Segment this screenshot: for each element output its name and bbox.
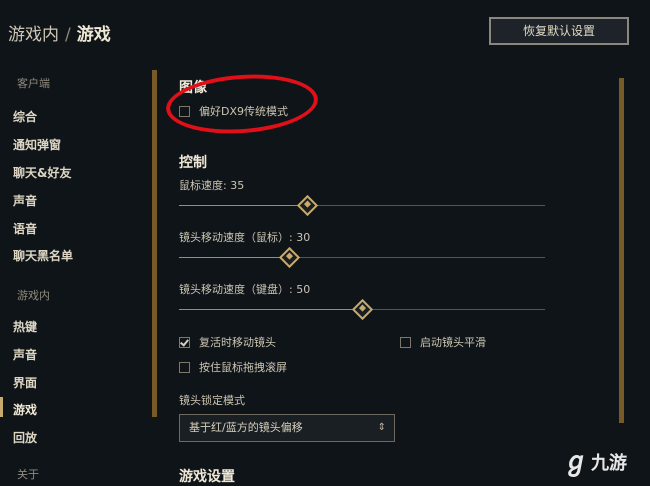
sidebar-item-chat-friends[interactable]: 聊天&好友 [13, 164, 71, 181]
sidebar-item-hotkeys[interactable]: 热键 [13, 318, 37, 335]
cam-lock-label: 镜头锁定模式 [179, 394, 245, 407]
smooth-cam-row[interactable]: 启动镜头平滑 [400, 334, 486, 350]
move-cam-revive-checkbox[interactable] [179, 336, 190, 348]
slider-thumb[interactable] [351, 298, 374, 321]
active-indicator [0, 397, 3, 417]
cam-lock-value: 基于红/蓝方的镜头偏移 [189, 421, 303, 434]
cam-speed-mouse-slider[interactable] [179, 246, 545, 269]
breadcrumb-parent[interactable]: 游戏内 [8, 25, 59, 45]
select-updown-icon: ⇕ [377, 422, 386, 433]
watermark-text: 九游 [591, 453, 627, 474]
smooth-cam-checkbox[interactable] [400, 336, 411, 348]
sidebar-item-chat-blocklist[interactable]: 聊天黑名单 [13, 247, 73, 264]
mouse-speed-label: 鼠标速度: 35 [179, 179, 245, 192]
restore-defaults-button[interactable]: 恢复默认设置 [489, 17, 629, 45]
slider-fill [179, 257, 289, 258]
drag-scroll-label: 按住鼠标拖拽滚屏 [199, 361, 287, 374]
breadcrumb: 游戏内 / 游戏 [8, 20, 111, 45]
drag-scroll-row[interactable]: 按住鼠标拖拽滚屏 [179, 359, 287, 375]
section-title-game-settings: 游戏设置 [179, 469, 235, 485]
sidebar-scrollbar[interactable] [152, 70, 157, 417]
watermark: ℊ 九游 [563, 448, 627, 476]
slider-thumb[interactable] [296, 194, 319, 217]
sidebar-item-general[interactable]: 综合 [13, 108, 37, 125]
page-title: 游戏 [76, 25, 111, 45]
slider-fill [179, 205, 308, 206]
sidebar-item-notifications[interactable]: 通知弹窗 [13, 136, 61, 153]
cam-speed-keyboard-slider[interactable] [179, 298, 545, 321]
move-cam-revive-row[interactable]: 复活时移动镜头 [179, 334, 276, 350]
breadcrumb-separator: / [65, 25, 71, 45]
sidebar-heading-about: 关于 [17, 468, 39, 481]
slider-thumb[interactable] [278, 246, 300, 269]
sidebar-item-ingame-sound[interactable]: 声音 [13, 346, 37, 363]
watermark-logo-icon: ℊ [563, 447, 590, 477]
sidebar-heading-ingame: 游戏内 [17, 289, 50, 302]
smooth-cam-label: 启动镜头平滑 [420, 336, 486, 349]
sidebar-heading-client: 客户端 [17, 77, 50, 90]
sidebar-item-replay[interactable]: 回放 [13, 429, 37, 446]
mouse-speed-slider[interactable] [179, 194, 545, 217]
cam-lock-select[interactable]: 基于红/蓝方的镜头偏移 ⇕ [179, 414, 395, 442]
slider-fill [179, 309, 362, 310]
cam-speed-keyboard-label: 镜头移动速度（键盘）: 50 [179, 283, 311, 296]
section-title-control: 控制 [179, 155, 207, 171]
drag-scroll-checkbox[interactable] [179, 361, 190, 373]
sidebar-item-interface[interactable]: 界面 [13, 374, 37, 391]
sidebar-item-game[interactable]: 游戏 [13, 401, 37, 418]
cam-speed-mouse-label: 镜头移动速度（鼠标）: 30 [179, 231, 311, 244]
sidebar-item-voice[interactable]: 语音 [13, 220, 37, 237]
content-scrollbar[interactable] [619, 78, 624, 423]
move-cam-revive-label: 复活时移动镜头 [199, 336, 276, 349]
sidebar-item-sound[interactable]: 声音 [13, 192, 37, 209]
